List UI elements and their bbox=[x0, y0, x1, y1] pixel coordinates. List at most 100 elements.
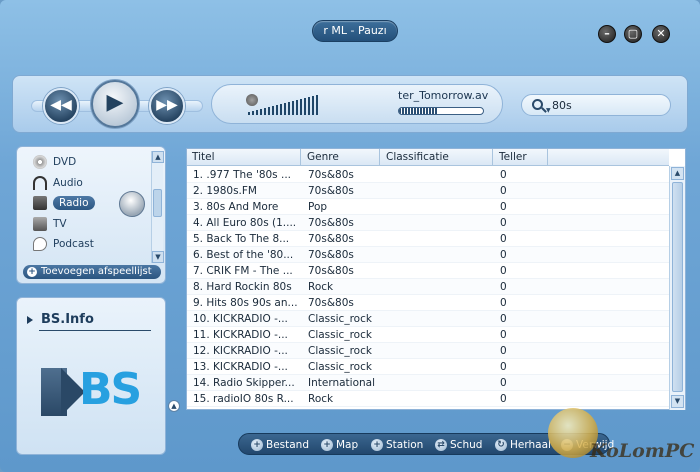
search-icon[interactable] bbox=[532, 99, 543, 110]
play-button[interactable]: ▶ bbox=[91, 80, 139, 128]
column-header-title[interactable]: Titel bbox=[187, 149, 301, 166]
cell-rating bbox=[381, 167, 493, 183]
table-body: 1. .977 The '80s ... 70s&80s 0 2. 1980s.FM 7… bbox=[187, 167, 669, 407]
app-window: r ML - Pauzı – ▢ ✕ ◀◀ ▶ ▶▶ ter_Tomorrow.… bbox=[0, 0, 700, 472]
table-row[interactable]: 10. KICKRADIO -... Classic_rock 0 bbox=[187, 311, 669, 327]
cell-genre: Classic_rock bbox=[308, 345, 372, 357]
playback-progress[interactable] bbox=[398, 107, 484, 115]
repeat-icon: ↻ bbox=[495, 439, 507, 451]
table-row[interactable]: 1. .977 The '80s ... 70s&80s 0 bbox=[187, 167, 669, 183]
add-file-button[interactable]: + Bestand bbox=[251, 437, 309, 453]
scrollbar-thumb[interactable] bbox=[153, 189, 162, 217]
repeat-button[interactable]: ↻ Herhaal bbox=[495, 437, 551, 453]
toolbar-label: Herhaal bbox=[510, 439, 551, 451]
radio-icon bbox=[33, 196, 47, 210]
library-item-label: Podcast bbox=[53, 238, 94, 250]
search-input[interactable] bbox=[552, 97, 662, 113]
cell-rating bbox=[381, 327, 493, 343]
cell-count: 0 bbox=[500, 169, 507, 181]
cell-genre: Classic_rock bbox=[308, 313, 372, 325]
table-row[interactable]: 15. radioIO 80s R... Rock 0 bbox=[187, 391, 669, 407]
plus-icon: + bbox=[27, 267, 37, 277]
cell-title: 8. Hard Rockin 80s bbox=[193, 281, 292, 293]
toolbar-label: Station bbox=[386, 439, 424, 451]
table-row[interactable]: 3. 80s And More Pop 0 bbox=[187, 199, 669, 215]
cell-rating bbox=[381, 375, 493, 391]
cell-title: 5. Back To The 8... bbox=[193, 233, 290, 245]
cell-title: 2. 1980s.FM bbox=[193, 185, 257, 197]
library-scrollbar[interactable]: ▲ ▼ bbox=[151, 151, 164, 263]
add-station-button[interactable]: + Station bbox=[371, 437, 423, 453]
chevron-down-icon[interactable]: ▼ bbox=[546, 107, 551, 114]
logo-text: BS bbox=[79, 364, 142, 415]
library-item-dvd[interactable]: DVD bbox=[33, 155, 76, 169]
cell-rating bbox=[381, 247, 493, 263]
cell-count: 0 bbox=[500, 297, 507, 309]
table-row[interactable]: 2. 1980s.FM 70s&80s 0 bbox=[187, 183, 669, 199]
cell-count: 0 bbox=[500, 361, 507, 373]
add-folder-button[interactable]: + Map bbox=[321, 437, 358, 453]
close-button[interactable]: ✕ bbox=[652, 25, 670, 43]
table-header: Titel Genre Classificatie Teller bbox=[187, 149, 669, 166]
cell-title: 14. Radio Skipper... bbox=[193, 377, 295, 389]
search-box[interactable]: ▼ bbox=[521, 94, 671, 116]
cell-genre: Rock bbox=[308, 393, 334, 405]
maximize-button[interactable]: ▢ bbox=[624, 25, 642, 43]
column-header-rating[interactable]: Classificatie bbox=[381, 149, 493, 166]
library-item-audio[interactable]: Audio bbox=[33, 176, 83, 190]
cell-count: 0 bbox=[500, 201, 507, 213]
column-header-genre[interactable]: Genre bbox=[302, 149, 380, 166]
cell-genre: 70s&80s bbox=[308, 185, 354, 197]
table-row[interactable]: 5. Back To The 8... 70s&80s 0 bbox=[187, 231, 669, 247]
window-title: r ML - Pauzı bbox=[312, 20, 398, 42]
playlist-scrollbar[interactable]: ▲ ▼ bbox=[669, 166, 685, 410]
library-item-radio[interactable]: Radio bbox=[33, 196, 95, 210]
toolbar-label: Bestand bbox=[266, 439, 310, 451]
column-header-count[interactable]: Teller bbox=[494, 149, 548, 166]
cell-title: 3. 80s And More bbox=[193, 201, 279, 213]
cell-rating bbox=[381, 391, 493, 407]
scrollbar-thumb[interactable] bbox=[672, 182, 683, 392]
cell-count: 0 bbox=[500, 377, 507, 389]
table-row[interactable]: 14. Radio Skipper... International 0 bbox=[187, 375, 669, 391]
shuffle-button[interactable]: ⇄ Schud bbox=[435, 437, 482, 453]
forward-button[interactable]: ▶▶ bbox=[149, 88, 185, 124]
table-row[interactable]: 11. KICKRADIO -... Classic_rock 0 bbox=[187, 327, 669, 343]
chevron-up-icon[interactable]: ▲ bbox=[152, 151, 164, 163]
shuffle-icon: ⇄ bbox=[435, 439, 447, 451]
cell-rating bbox=[381, 279, 493, 295]
table-row[interactable]: 4. All Euro 80s (1.... 70s&80s 0 bbox=[187, 215, 669, 231]
cell-rating bbox=[381, 359, 493, 375]
library-item-tv[interactable]: TV bbox=[33, 217, 67, 231]
add-playlist-button[interactable]: + Toevoegen afspeellijst bbox=[23, 265, 161, 279]
chevron-down-icon[interactable]: ▼ bbox=[671, 395, 684, 408]
rewind-button[interactable]: ◀◀ bbox=[43, 88, 79, 124]
radio-tuner-icon[interactable] bbox=[119, 191, 145, 217]
cell-genre: Classic_rock bbox=[308, 361, 372, 373]
cell-genre: 70s&80s bbox=[308, 233, 354, 245]
cell-title: 15. radioIO 80s R... bbox=[193, 393, 294, 405]
headphones-icon bbox=[33, 176, 47, 190]
cell-title: 4. All Euro 80s (1.... bbox=[193, 217, 297, 229]
table-row[interactable]: 13. KICKRADIO -... Classic_rock 0 bbox=[187, 359, 669, 375]
table-row[interactable]: 9. Hits 80s 90s an... 70s&80s 0 bbox=[187, 295, 669, 311]
volume-slider[interactable] bbox=[248, 95, 318, 115]
cell-count: 0 bbox=[500, 249, 507, 261]
library-item-label: Audio bbox=[53, 177, 83, 189]
library-item-label: TV bbox=[53, 218, 67, 230]
chevron-down-icon[interactable]: ▼ bbox=[152, 251, 164, 263]
cell-title: 7. CRIK FM - The ... bbox=[193, 265, 293, 277]
minimize-button[interactable]: – bbox=[598, 25, 616, 43]
playback-progress-fill bbox=[399, 108, 437, 114]
table-row[interactable]: 8. Hard Rockin 80s Rock 0 bbox=[187, 279, 669, 295]
cell-title: 6. Best of the '80... bbox=[193, 249, 294, 261]
library-item-podcast[interactable]: Podcast bbox=[33, 237, 94, 251]
table-row[interactable]: 7. CRIK FM - The ... 70s&80s 0 bbox=[187, 263, 669, 279]
collapse-panel-button[interactable]: ▲ bbox=[168, 400, 180, 412]
cell-title: 13. KICKRADIO -... bbox=[193, 361, 288, 373]
cell-title: 10. KICKRADIO -... bbox=[193, 313, 288, 325]
table-row[interactable]: 12. KICKRADIO -... Classic_rock 0 bbox=[187, 343, 669, 359]
cell-title: 1. .977 The '80s ... bbox=[193, 169, 292, 181]
table-row[interactable]: 6. Best of the '80... 70s&80s 0 bbox=[187, 247, 669, 263]
chevron-up-icon[interactable]: ▲ bbox=[671, 167, 684, 180]
